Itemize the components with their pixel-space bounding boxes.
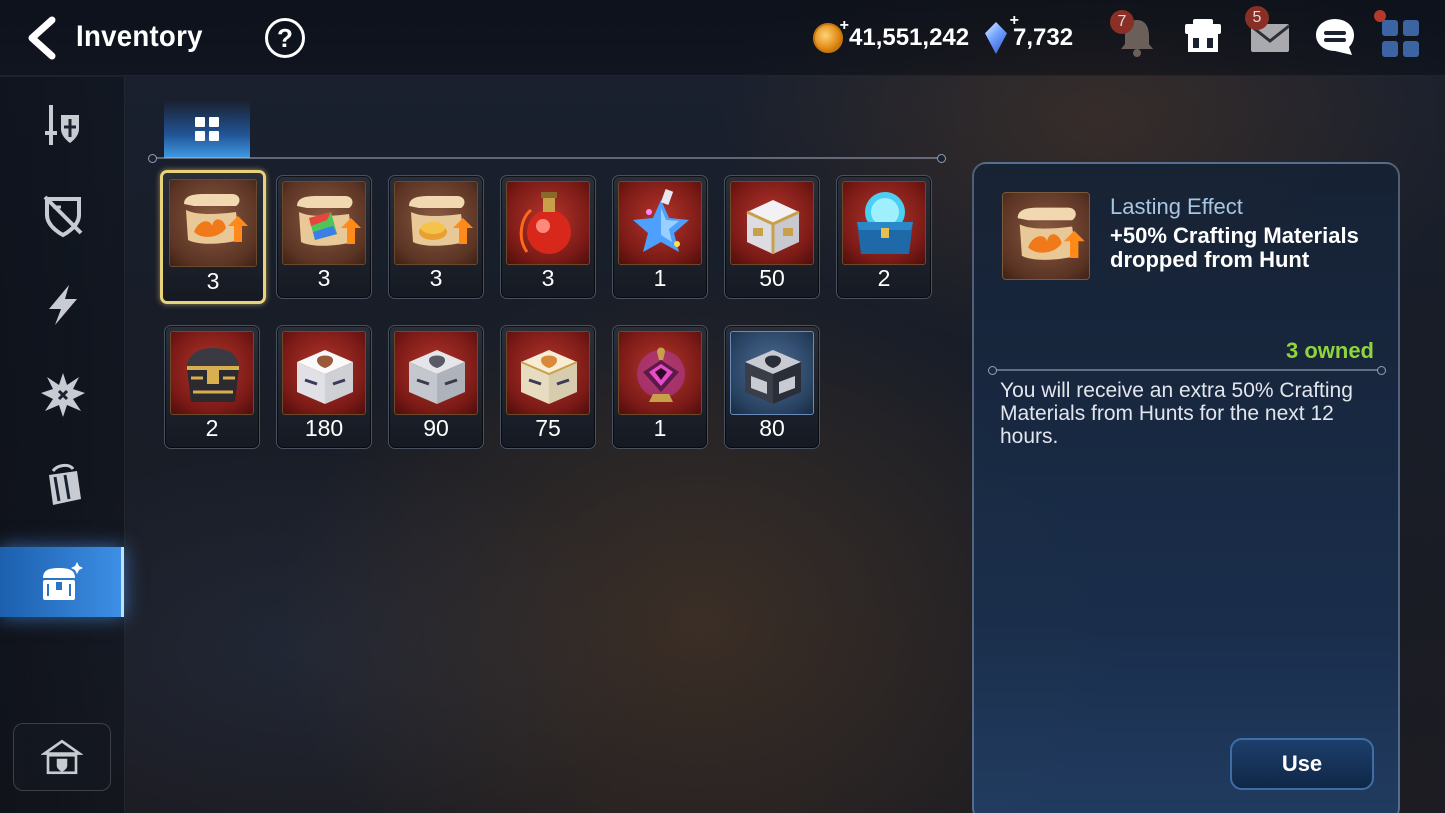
- back-arrow-icon[interactable]: [22, 16, 62, 60]
- menu-alert-dot: [1374, 10, 1386, 22]
- materials-tab[interactable]: [0, 450, 125, 520]
- catalysts-tab[interactable]: [0, 360, 125, 430]
- plus-icon: +: [839, 17, 849, 34]
- item-slot[interactable]: 90: [388, 325, 484, 449]
- burst-icon: [40, 373, 85, 417]
- tab-all[interactable]: [164, 100, 250, 158]
- detail-item-image: [1002, 192, 1090, 280]
- tab-divider: [148, 154, 946, 163]
- item-quantity: 50: [759, 265, 785, 291]
- item-slot[interactable]: 80: [724, 325, 820, 449]
- category-sidebar: [0, 77, 125, 813]
- dark-silver-box-icon: [745, 350, 801, 404]
- grid-menu-icon[interactable]: [1374, 10, 1424, 60]
- item-type: Lasting Effect: [1110, 194, 1243, 219]
- item-slot[interactable]: 180: [276, 325, 372, 449]
- item-quantity: 2: [877, 265, 891, 291]
- crystal-currency[interactable]: + 7,732: [985, 12, 1074, 56]
- notification-badge: 7: [1110, 10, 1134, 34]
- item-quantity: 3: [317, 265, 331, 291]
- item-quantity: 1: [653, 415, 667, 441]
- item-slot[interactable]: 2: [836, 175, 932, 299]
- broken-shield-icon: [43, 195, 82, 238]
- bell-icon[interactable]: 7: [1110, 10, 1160, 60]
- gold-coin-icon: +: [813, 17, 849, 53]
- gold-amount: 41,551,242: [849, 24, 970, 51]
- scroll-fire-boost-icon: [184, 194, 248, 244]
- item-quantity: 90: [423, 415, 449, 441]
- item-detail-panel: Lasting Effect +50% Crafting Materials d…: [972, 162, 1400, 813]
- detail-divider: [988, 366, 1386, 375]
- item-quantity: 3: [541, 265, 555, 291]
- mail-badge: 5: [1245, 6, 1269, 30]
- item-slot[interactable]: 75: [500, 325, 596, 449]
- item-slot[interactable]: 3: [276, 175, 372, 299]
- bag-icon: [48, 463, 81, 505]
- chest-icon: [42, 562, 83, 600]
- item-description: You will receive an extra 50% Crafting M…: [1000, 379, 1353, 448]
- help-icon[interactable]: ?: [265, 18, 305, 58]
- scroll-fire-boost-icon: [1017, 207, 1085, 260]
- shop-icon[interactable]: [1180, 14, 1226, 60]
- inventory-tab-strip: [148, 100, 946, 163]
- owned-count: 3 owned: [1285, 338, 1374, 363]
- item-quantity: 80: [759, 415, 785, 441]
- guild-home-icon: [41, 739, 83, 775]
- lightning-icon: [48, 285, 77, 325]
- item-slot[interactable]: 3: [160, 170, 266, 304]
- mail-icon[interactable]: 5: [1245, 6, 1293, 60]
- item-quantity: 180: [304, 415, 344, 441]
- item-slot[interactable]: 2: [164, 325, 260, 449]
- star-potion-icon: [633, 189, 689, 252]
- chat-icon[interactable]: [1312, 14, 1358, 60]
- item-slot[interactable]: 1: [612, 325, 708, 449]
- scroll-rainbow-boost-icon: [297, 196, 361, 246]
- item-quantity: 75: [535, 415, 561, 441]
- magic-lamp-icon: [637, 347, 685, 402]
- consumables-tab[interactable]: [0, 270, 125, 340]
- equipment-tab[interactable]: [0, 90, 125, 160]
- white-gold-chest-icon: [746, 200, 800, 254]
- dark-gold-chest-icon: [187, 348, 239, 402]
- items-tab[interactable]: [0, 547, 124, 617]
- crystal-icon: [985, 22, 1007, 54]
- plus-icon: +: [1009, 12, 1019, 29]
- cream-box-icon: [520, 350, 578, 404]
- silver-box-icon: [409, 350, 465, 404]
- scroll-gold-boost-icon: [409, 196, 473, 246]
- item-quantity: 3: [206, 268, 220, 294]
- sword-shield-icon: [44, 105, 79, 145]
- red-potion-icon: [519, 192, 571, 254]
- page-title: Inventory: [76, 20, 203, 53]
- gold-currency[interactable]: + 41,551,242: [813, 17, 970, 56]
- top-bar: Inventory ? + 41,551,242 + 7,732 7 5: [0, 0, 1445, 76]
- blue-crystal-chest-icon: [857, 192, 913, 254]
- guild-home-button[interactable]: [13, 723, 111, 791]
- grid-icon: [195, 117, 219, 141]
- item-slot[interactable]: 1: [612, 175, 708, 299]
- use-button[interactable]: Use: [1230, 738, 1374, 790]
- item-quantity: 2: [205, 415, 219, 441]
- crystal-amount: 7,732: [1013, 24, 1074, 51]
- item-name: +50% Crafting Materials dropped from Hun…: [1110, 223, 1359, 272]
- white-box-icon: [297, 350, 353, 404]
- item-slot[interactable]: 3: [500, 175, 596, 299]
- item-quantity: 1: [653, 265, 667, 291]
- item-quantity: 3: [429, 265, 443, 291]
- item-slot[interactable]: 3: [388, 175, 484, 299]
- item-slot[interactable]: 50: [724, 175, 820, 299]
- artifacts-tab[interactable]: [0, 180, 125, 250]
